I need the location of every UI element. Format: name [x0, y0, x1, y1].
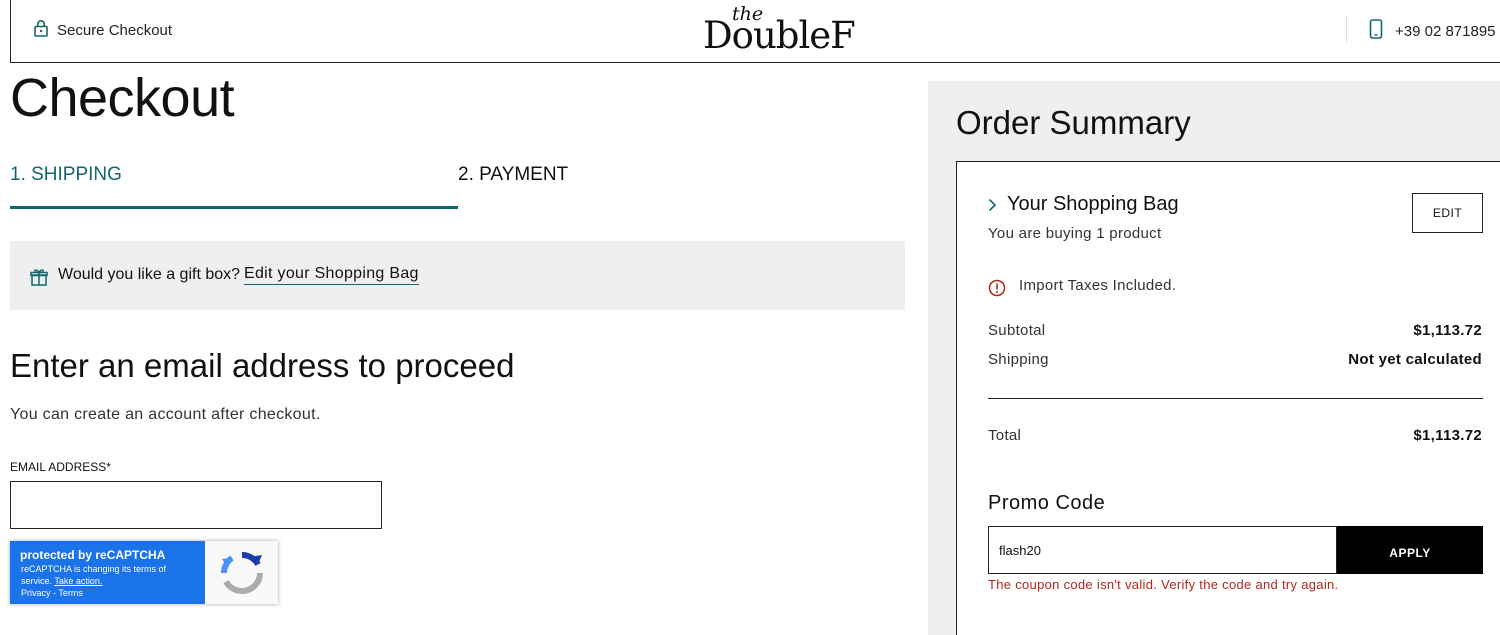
phone-icon: [1369, 19, 1383, 43]
header-divider: [1346, 16, 1347, 42]
subtotal-label: Subtotal: [988, 322, 1046, 339]
shipping-label: Shipping: [988, 351, 1049, 368]
email-heading: Enter an email address to proceed: [10, 347, 515, 384]
gift-box-banner: Would you like a gift box? Edit your Sho…: [10, 241, 905, 310]
apply-promo-button[interactable]: APPLY: [1337, 526, 1483, 574]
total-value: $1,113.72: [1413, 427, 1482, 444]
import-taxes-note: Import Taxes Included.: [1019, 277, 1177, 294]
site-header: Secure Checkout the DoubleF +39 02 87189…: [10, 0, 1500, 63]
phone-number: +39 02 871895: [1395, 22, 1496, 40]
order-summary-card: Your Shopping Bag You are buying 1 produ…: [956, 161, 1500, 635]
recaptcha-privacy-terms[interactable]: Privacy - Terms: [21, 588, 83, 598]
summary-divider: [988, 398, 1483, 399]
promo-code-input[interactable]: [988, 526, 1337, 574]
shopping-bag-count: You are buying 1 product: [988, 225, 1162, 242]
edit-bag-button[interactable]: EDIT: [1412, 193, 1483, 233]
page-title: Checkout: [10, 68, 235, 128]
alert-circle-icon: [988, 279, 1006, 297]
recaptcha-info: protected by reCAPTCHA reCAPTCHA is chan…: [10, 541, 205, 604]
recaptcha-take-action-link[interactable]: Take action.: [54, 576, 102, 586]
secure-checkout: Secure Checkout: [33, 19, 172, 41]
edit-shopping-bag-link[interactable]: Edit your Shopping Bag: [244, 265, 419, 285]
recaptcha-notice: reCAPTCHA is changing its terms of: [21, 564, 167, 574]
shopping-bag-title[interactable]: Your Shopping Bag: [1007, 193, 1179, 216]
promo-error-message: The coupon code isn't valid. Verify the …: [988, 577, 1339, 592]
recaptcha-logo-icon: [218, 549, 266, 597]
lock-icon: [33, 19, 49, 41]
chevron-right-icon[interactable]: [987, 198, 997, 212]
active-tab-indicator: [10, 206, 458, 209]
gift-question: Would you like a gift box?: [58, 266, 241, 283]
tab-payment[interactable]: 2. PAYMENT: [458, 164, 568, 186]
logo[interactable]: the DoubleF: [701, 4, 861, 56]
subtotal-value: $1,113.72: [1413, 322, 1482, 339]
logo-main-text: DoubleF: [703, 14, 856, 57]
recaptcha-notice-prefix: service.: [21, 576, 53, 586]
recaptcha-badge[interactable]: protected by reCAPTCHA reCAPTCHA is chan…: [10, 541, 278, 604]
shipping-value: Not yet calculated: [1348, 351, 1482, 368]
order-summary-title: Order Summary: [956, 104, 1191, 141]
email-label: EMAIL ADDRESS*: [10, 460, 111, 474]
tab-shipping[interactable]: 1. SHIPPING: [10, 164, 122, 186]
total-label: Total: [988, 427, 1022, 444]
recaptcha-title: protected by reCAPTCHA: [20, 548, 166, 562]
promo-code-title: Promo Code: [988, 492, 1106, 514]
recaptcha-notice-2: service. Take action.: [21, 576, 102, 586]
gift-icon: [30, 268, 48, 286]
secure-checkout-label: Secure Checkout: [57, 21, 173, 39]
phone-contact[interactable]: +39 02 871895: [1369, 19, 1496, 43]
order-summary-panel: Order Summary Your Shopping Bag You are …: [928, 81, 1500, 635]
email-field[interactable]: [10, 481, 382, 529]
email-subtext: You can create an account after checkout…: [10, 406, 321, 423]
